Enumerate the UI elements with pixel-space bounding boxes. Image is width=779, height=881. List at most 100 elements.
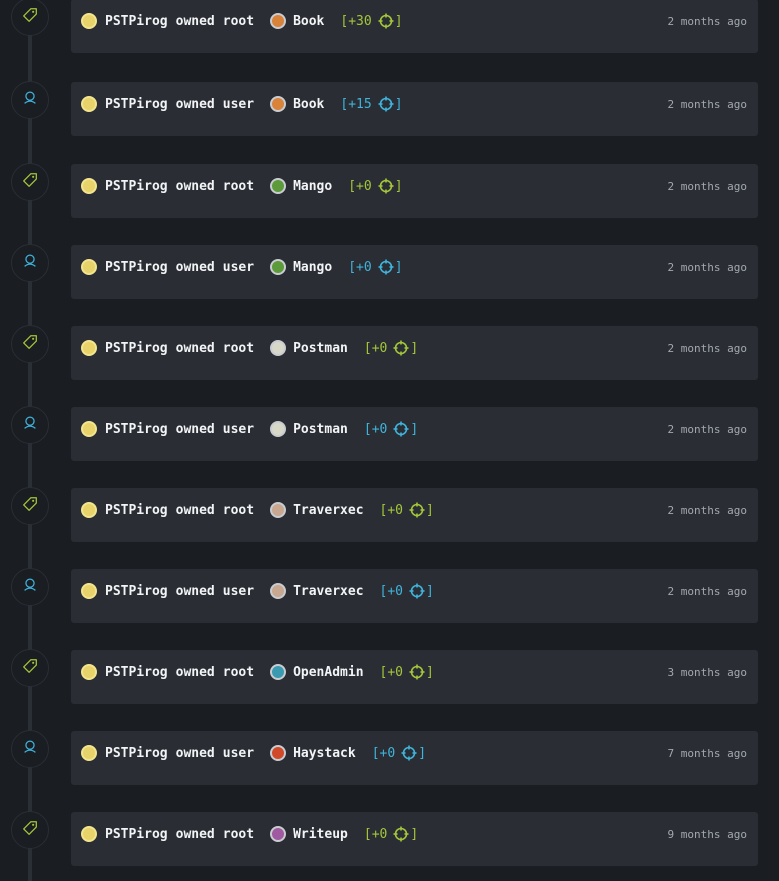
machine-avatar[interactable] bbox=[270, 502, 287, 518]
activity-timeline: PSTPirog owned root Book [+30] 2 months ago PS… bbox=[0, 0, 779, 881]
machine-avatar[interactable] bbox=[270, 664, 287, 680]
points-value: [+0 bbox=[348, 259, 372, 275]
points-close: ] bbox=[394, 178, 403, 194]
timeline-node bbox=[11, 730, 49, 768]
user-link[interactable]: PSTPirog bbox=[105, 14, 168, 29]
points-value: [+0 bbox=[348, 178, 372, 194]
machine-link[interactable]: Postman bbox=[293, 341, 348, 356]
own-type-text: root bbox=[222, 13, 255, 29]
user-link[interactable]: PSTPirog bbox=[105, 746, 168, 761]
machine-link[interactable]: Traverxec bbox=[293, 584, 363, 599]
machine-link[interactable]: Mango bbox=[293, 179, 332, 194]
feed-row: PSTPirog owned root Postman [+0] 2 months ago bbox=[0, 325, 779, 380]
points-value: [+30 bbox=[340, 13, 372, 29]
feed-row: PSTPirog owned user Postman [+0] 2 months ago bbox=[0, 406, 779, 461]
user-icon bbox=[21, 576, 39, 598]
points-badge: [+0] bbox=[348, 259, 403, 275]
machine-avatar[interactable] bbox=[270, 96, 287, 112]
machine-avatar[interactable] bbox=[270, 745, 287, 761]
user-avatar[interactable] bbox=[81, 583, 97, 599]
machine-avatar[interactable] bbox=[270, 826, 287, 842]
points-close: ] bbox=[426, 502, 434, 518]
timestamp: 2 months ago bbox=[667, 261, 747, 274]
feed-card: PSTPirog owned user Postman [+0] 2 months ago bbox=[71, 407, 758, 461]
machine-link[interactable]: Writeup bbox=[293, 827, 348, 842]
feed-text: PSTPirog owned root Writeup [+0] bbox=[81, 824, 418, 844]
timeline-node bbox=[11, 0, 49, 36]
machine-link[interactable]: Book bbox=[293, 97, 324, 112]
points-value: [+0 bbox=[363, 340, 388, 356]
feed-row: PSTPirog owned user Traverxec [+0] 2 months a… bbox=[0, 568, 779, 623]
points-badge: [+0] bbox=[348, 178, 403, 194]
points-badge: [+0] bbox=[364, 826, 418, 842]
user-avatar[interactable] bbox=[81, 178, 97, 194]
user-link[interactable]: PSTPirog bbox=[105, 97, 168, 112]
user-icon bbox=[21, 89, 39, 111]
points-close: ] bbox=[394, 13, 403, 29]
crosshair-icon bbox=[372, 259, 395, 275]
feed-text: PSTPirog owned root Mango [+0] bbox=[81, 176, 403, 196]
crosshair-icon bbox=[403, 664, 426, 680]
crosshair-icon bbox=[387, 826, 410, 842]
machine-link[interactable]: Traverxec bbox=[293, 503, 363, 518]
machine-avatar[interactable] bbox=[270, 340, 287, 356]
crosshair-icon bbox=[403, 583, 426, 599]
feed-text: PSTPirog owned root OpenAdmin [+0] bbox=[81, 662, 434, 682]
machine-avatar[interactable] bbox=[270, 583, 287, 599]
points-value: [+0 bbox=[363, 421, 388, 437]
points-badge: [+30] bbox=[340, 13, 403, 29]
user-avatar[interactable] bbox=[81, 502, 97, 518]
verb-text: owned bbox=[175, 259, 215, 275]
user-link[interactable]: PSTPirog bbox=[105, 422, 168, 437]
own-type-text: user bbox=[222, 421, 255, 437]
machine-avatar[interactable] bbox=[270, 421, 287, 437]
machine-avatar[interactable] bbox=[270, 178, 287, 194]
timeline-node bbox=[11, 163, 49, 201]
user-avatar[interactable] bbox=[81, 745, 97, 761]
own-type-text: user bbox=[222, 96, 255, 112]
user-avatar[interactable] bbox=[81, 421, 97, 437]
user-link[interactable]: PSTPirog bbox=[105, 260, 168, 275]
feed-text: PSTPirog owned root Postman [+0] bbox=[81, 338, 418, 358]
points-value: [+0 bbox=[379, 583, 404, 599]
points-badge: [+0] bbox=[380, 664, 434, 680]
feed-card: PSTPirog owned root Postman [+0] 2 months ago bbox=[71, 326, 758, 380]
feed-card: PSTPirog owned root Traverxec [+0] 2 months a… bbox=[71, 488, 758, 542]
feed-card: PSTPirog owned root Writeup [+0] 9 months ago bbox=[71, 812, 758, 866]
user-avatar[interactable] bbox=[81, 664, 97, 680]
machine-link[interactable]: OpenAdmin bbox=[293, 665, 363, 680]
own-type-text: user bbox=[222, 259, 255, 275]
timestamp: 2 months ago bbox=[667, 98, 747, 111]
machine-avatar[interactable] bbox=[270, 259, 287, 275]
machine-link[interactable]: Haystack bbox=[293, 746, 356, 761]
own-type-text: root bbox=[222, 502, 255, 518]
feed-text: PSTPirog owned user Postman [+0] bbox=[81, 419, 418, 439]
points-close: ] bbox=[394, 259, 403, 275]
crosshair-icon bbox=[372, 13, 395, 29]
verb-text: owned bbox=[175, 664, 215, 680]
timestamp: 2 months ago bbox=[667, 342, 747, 355]
feed-text: PSTPirog owned user Mango [+0] bbox=[81, 257, 403, 277]
user-link[interactable]: PSTPirog bbox=[105, 503, 168, 518]
crosshair-icon bbox=[387, 421, 410, 437]
machine-link[interactable]: Book bbox=[293, 14, 324, 29]
own-type-text: root bbox=[222, 178, 255, 194]
user-avatar[interactable] bbox=[81, 96, 97, 112]
user-link[interactable]: PSTPirog bbox=[105, 665, 168, 680]
machine-link[interactable]: Postman bbox=[293, 422, 348, 437]
user-link[interactable]: PSTPirog bbox=[105, 179, 168, 194]
points-value: [+0 bbox=[371, 745, 396, 761]
machine-link[interactable]: Mango bbox=[293, 260, 332, 275]
user-avatar[interactable] bbox=[81, 826, 97, 842]
points-badge: [+0] bbox=[380, 583, 434, 599]
user-avatar[interactable] bbox=[81, 259, 97, 275]
user-link[interactable]: PSTPirog bbox=[105, 341, 168, 356]
user-avatar[interactable] bbox=[81, 13, 97, 29]
points-value: [+0 bbox=[379, 502, 404, 518]
crosshair-icon bbox=[395, 745, 418, 761]
feed-text: PSTPirog owned root Book [+30] bbox=[81, 11, 403, 31]
machine-avatar[interactable] bbox=[270, 13, 287, 29]
user-link[interactable]: PSTPirog bbox=[105, 584, 168, 599]
user-link[interactable]: PSTPirog bbox=[105, 827, 168, 842]
user-avatar[interactable] bbox=[81, 340, 97, 356]
